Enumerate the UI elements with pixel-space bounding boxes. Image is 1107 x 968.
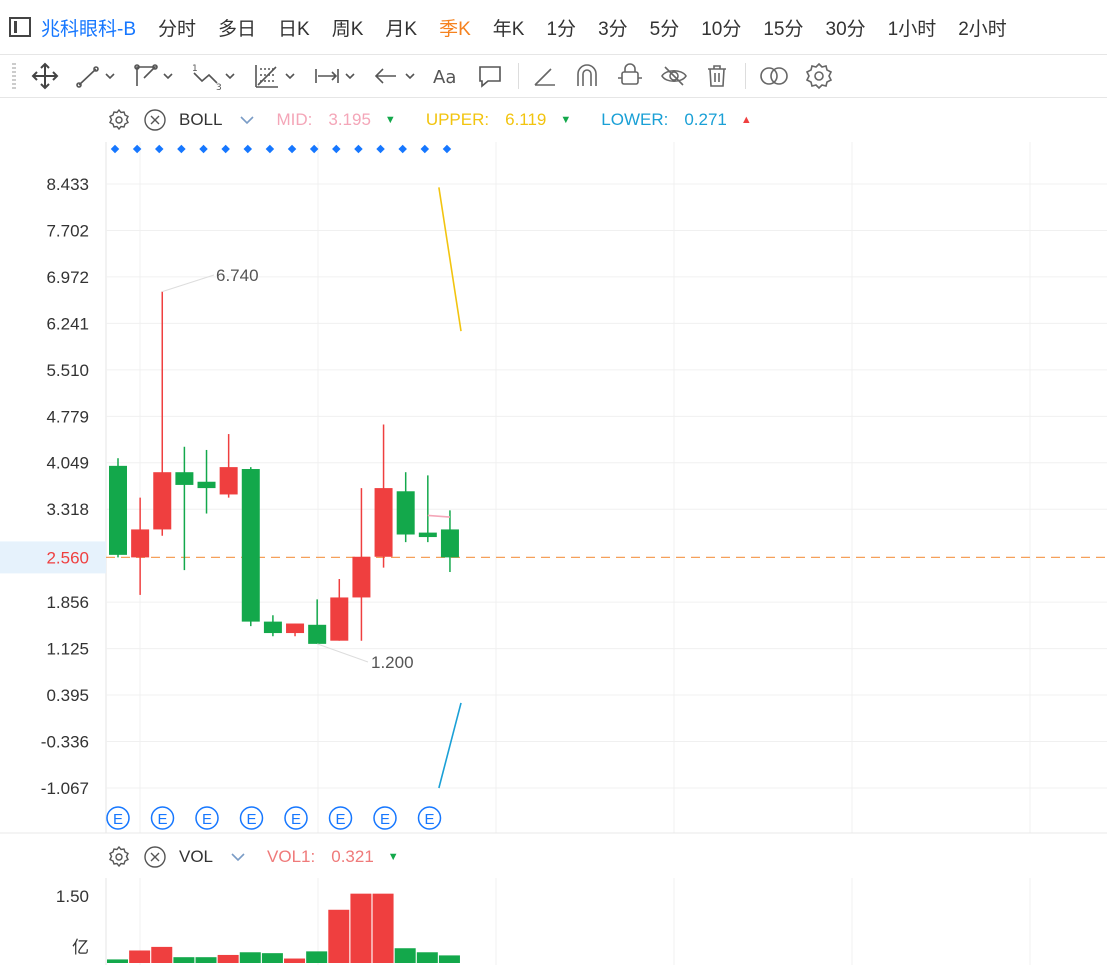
candle-body: [153, 472, 172, 530]
y-tick-label: 8.433: [46, 175, 89, 194]
boll-upper-line: [438, 187, 462, 332]
candle-body: [197, 481, 216, 489]
marker-dot: [398, 144, 407, 154]
event-marker-label: E: [424, 811, 434, 828]
marker-dot: [376, 144, 385, 154]
candle-body: [396, 491, 415, 535]
volume-bar: [195, 957, 217, 963]
current-price-label: 2.560: [46, 548, 89, 567]
volume-bar: [350, 893, 372, 963]
kline-chart[interactable]: 8.433 7.702 6.972 6.241 5.510 4.779 4.049 3.318…: [0, 0, 1107, 968]
marker-dot: [110, 144, 120, 154]
candle-body: [308, 624, 327, 644]
candle-body: [330, 597, 349, 641]
y-tick-label: 6.241: [46, 314, 89, 333]
y-tick-label: -0.336: [41, 733, 89, 752]
min-label-leader: [317, 643, 369, 663]
min-price-label: 1.200: [371, 653, 414, 672]
y-tick-label: 3.318: [46, 500, 89, 519]
marker-dot: [265, 144, 275, 154]
event-marker-label: E: [380, 811, 390, 828]
y-tick-label: 5.510: [46, 361, 89, 380]
candle-body: [440, 529, 459, 558]
volume-bar: [129, 950, 151, 963]
candle-body: [286, 623, 305, 634]
volume-bar: [151, 946, 173, 963]
marker-dot: [155, 144, 164, 154]
candle-body: [352, 556, 371, 598]
vol-unit-label: 亿: [72, 938, 89, 958]
y-tick-label: 4.049: [46, 454, 89, 473]
y-tick-label: 6.972: [46, 268, 89, 287]
volume-bar: [217, 954, 239, 963]
marker-dot: [309, 144, 319, 154]
volume-bar: [261, 953, 283, 963]
vol-tick-label: 1.50: [56, 887, 89, 906]
candle-body: [241, 469, 260, 622]
volume-bar: [173, 957, 195, 963]
volume-bar: [394, 948, 416, 963]
volume-bar: [372, 893, 394, 963]
event-marker-label: E: [335, 811, 345, 828]
candle-body: [263, 621, 282, 634]
volume-bar: [416, 952, 438, 963]
marker-dot: [221, 144, 230, 154]
event-marker-label: E: [157, 811, 167, 828]
marker-dot: [287, 144, 297, 154]
marker-dot: [243, 144, 253, 154]
y-tick-label: 4.779: [46, 407, 89, 426]
marker-dot: [199, 144, 208, 154]
y-tick-label: -1.067: [41, 779, 89, 798]
boll-mid-line: [427, 514, 451, 518]
y-tick-label: 1.125: [46, 640, 89, 659]
event-marker-label: E: [291, 811, 301, 828]
event-marker-label: E: [246, 811, 256, 828]
volume-bar: [438, 955, 460, 963]
marker-dot: [332, 144, 341, 154]
marker-dot: [442, 144, 452, 154]
candle-body: [374, 488, 393, 557]
candle-body: [175, 472, 194, 485]
candle-body: [219, 467, 238, 495]
marker-dot: [354, 144, 363, 154]
event-marker-label: E: [202, 811, 212, 828]
event-marker-label: E: [113, 811, 123, 828]
volume-bar: [239, 952, 261, 963]
volume-bar: [284, 958, 306, 963]
volume-bar: [306, 951, 328, 963]
y-tick-label: 0.395: [46, 686, 89, 705]
marker-dot: [420, 144, 430, 154]
max-price-label: 6.740: [216, 266, 259, 285]
volume-bar: [107, 959, 128, 963]
candle-body: [418, 532, 437, 538]
y-tick-label: 7.702: [46, 221, 89, 240]
candle-body: [109, 465, 127, 555]
volume-bar: [328, 909, 350, 963]
marker-dot: [177, 144, 186, 154]
candle-body: [131, 529, 150, 558]
boll-lower-line: [438, 702, 462, 789]
y-tick-label: 1.856: [46, 593, 89, 612]
max-label-leader: [162, 274, 215, 293]
